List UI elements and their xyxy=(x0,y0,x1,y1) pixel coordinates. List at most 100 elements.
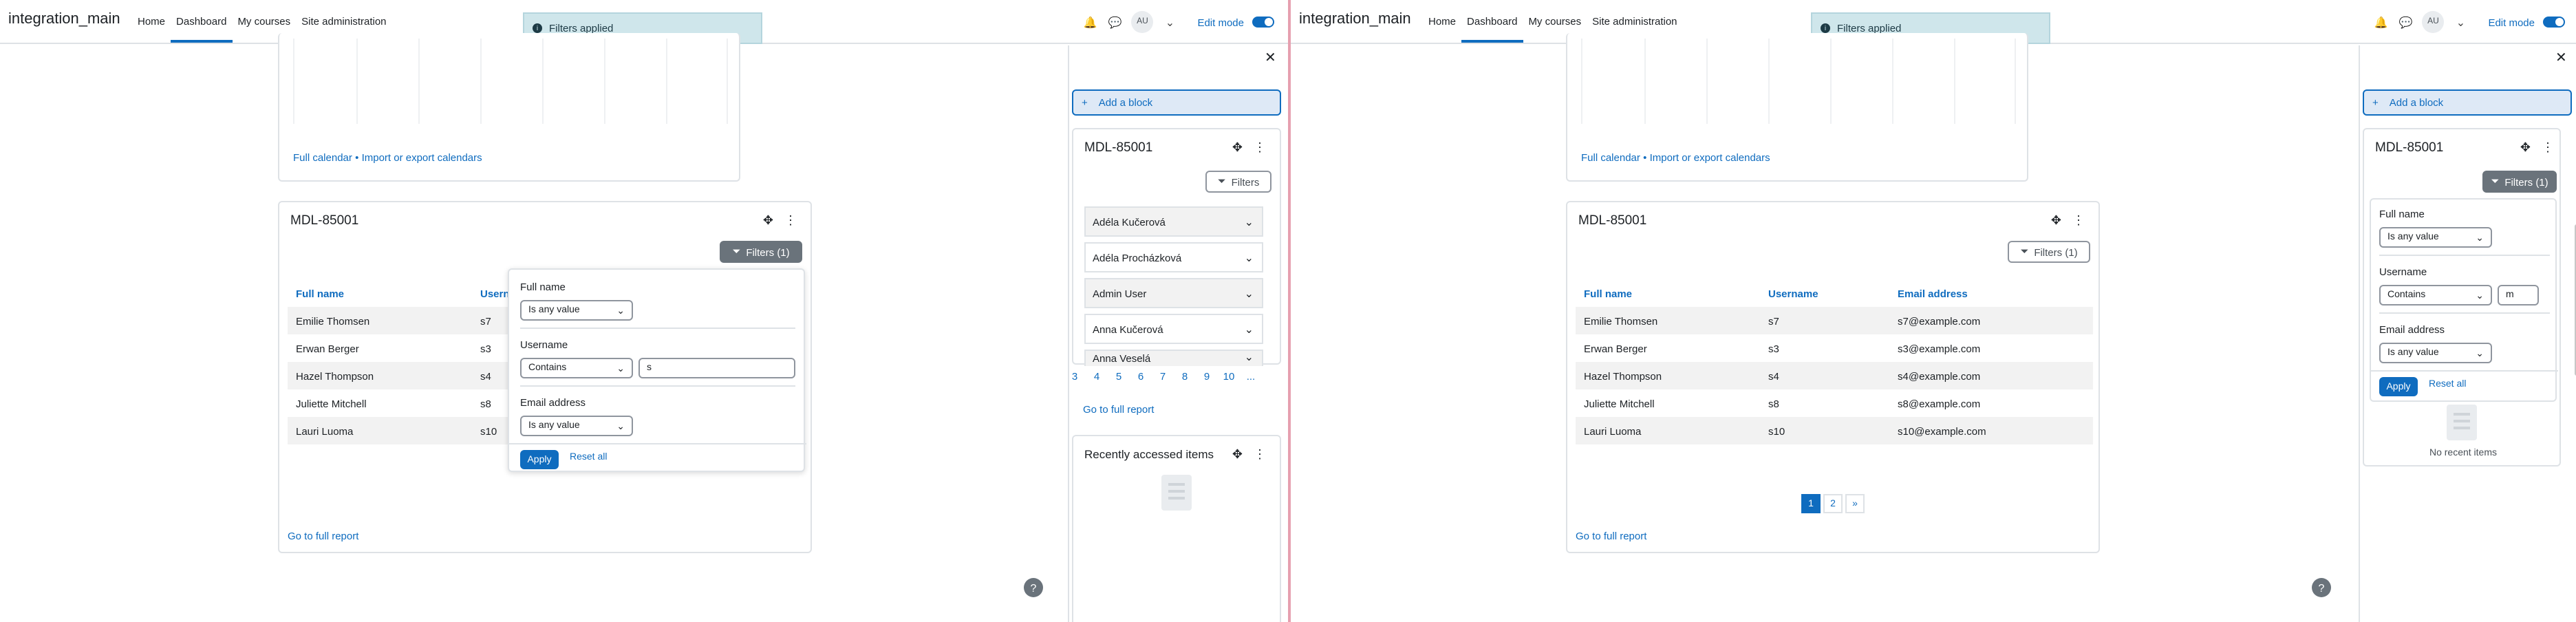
nav-dashboard[interactable]: Dashboard xyxy=(1461,0,1523,43)
add-block-label: Add a block xyxy=(2389,96,2444,109)
page-2-button[interactable]: 2 xyxy=(1823,494,1843,513)
filter-fullname-operator[interactable]: Is any value ⌄ xyxy=(2379,227,2492,248)
page-link[interactable]: 3 xyxy=(1064,370,1086,383)
cell-username: s7 xyxy=(1768,315,1779,328)
move-icon[interactable]: ✥ xyxy=(1232,447,1243,462)
filter-username-value[interactable]: s xyxy=(638,358,795,378)
block-menu-icon[interactable]: ⋮ xyxy=(1254,447,1266,462)
close-icon[interactable]: ✕ xyxy=(1265,51,1276,66)
filters-button[interactable]: ⏷ Filters (1) xyxy=(720,241,802,263)
cell-username: s10 xyxy=(1768,425,1785,438)
bell-icon[interactable]: 🔔 xyxy=(1082,14,1098,30)
nav-home[interactable]: Home xyxy=(132,0,171,44)
col-fullname[interactable]: Full name xyxy=(296,288,344,300)
full-calendar-link[interactable]: Full calendar xyxy=(1581,151,1640,164)
page-link[interactable]: 8 xyxy=(1174,370,1196,383)
col-username[interactable]: Usern xyxy=(480,288,510,300)
avatar[interactable]: AU xyxy=(1131,11,1154,33)
col-username[interactable]: Username xyxy=(1768,288,1818,300)
filter-username-operator[interactable]: Contains ⌄ xyxy=(520,358,633,378)
chevron-down-icon[interactable]: ⌄ xyxy=(1161,14,1178,30)
import-export-calendars-link[interactable]: Import or export calendars xyxy=(1650,151,1770,164)
block-title: MDL-85001 xyxy=(1578,213,1647,228)
site-name[interactable]: integration_main xyxy=(8,11,120,28)
report-table: Full name Username Email address Emilie … xyxy=(1576,279,2093,458)
add-block-button[interactable]: + Add a block xyxy=(1072,89,1281,116)
filters-button[interactable]: ⏷ Filters xyxy=(1205,171,1271,193)
filter-email-operator[interactable]: Is any value ⌄ xyxy=(520,416,633,436)
nav-dashboard[interactable]: Dashboard xyxy=(171,0,233,43)
page-link[interactable]: 5 xyxy=(1108,370,1130,383)
filter-username-operator[interactable]: Contains ⌄ xyxy=(2379,285,2492,305)
go-to-full-report-link[interactable]: Go to full report xyxy=(1576,530,1646,542)
filters-button[interactable]: ⏷ Filters (1) xyxy=(2482,171,2557,193)
chevron-down-icon: ⌄ xyxy=(616,307,625,317)
table-row: Lauri Luoma s10 xyxy=(288,417,508,444)
add-block-button[interactable]: + Add a block xyxy=(2363,89,2572,116)
card-item[interactable]: Anna Kučerová ⌄ xyxy=(1084,314,1263,344)
bell-icon[interactable]: 🔔 xyxy=(2372,14,2389,30)
chevron-down-icon[interactable]: ⌄ xyxy=(1245,216,1254,228)
block-menu-icon[interactable]: ⋮ xyxy=(2542,140,2554,156)
chevron-down-icon[interactable]: ⌄ xyxy=(2452,14,2469,30)
reset-all-link[interactable]: Reset all xyxy=(2429,380,2466,389)
messages-icon[interactable]: 💬 xyxy=(2397,14,2414,30)
edit-mode-toggle[interactable] xyxy=(2543,17,2565,28)
site-name[interactable]: integration_main xyxy=(1299,11,1411,28)
page-link[interactable]: 9 xyxy=(1196,370,1218,383)
apply-button[interactable]: Apply xyxy=(2379,377,2418,396)
cell-email: s8@example.com xyxy=(1898,398,1981,410)
move-icon[interactable]: ✥ xyxy=(763,213,773,228)
chevron-down-icon: ⌄ xyxy=(2476,350,2484,359)
block-menu-icon[interactable]: ⋮ xyxy=(784,213,797,228)
reset-all-link[interactable]: Reset all xyxy=(570,453,607,462)
card-item[interactable]: Adéla Procházková ⌄ xyxy=(1084,242,1263,272)
chevron-down-icon[interactable]: ⌄ xyxy=(1245,351,1254,363)
move-icon[interactable]: ✥ xyxy=(1232,140,1243,156)
messages-icon[interactable]: 💬 xyxy=(1106,14,1123,30)
page-link[interactable]: 6 xyxy=(1130,370,1152,383)
move-icon[interactable]: ✥ xyxy=(2520,140,2531,156)
page-link[interactable]: ... xyxy=(1240,370,1262,383)
card-item[interactable]: Anna Veselá ⌄ xyxy=(1084,350,1263,366)
info-icon: i xyxy=(533,23,542,33)
cell-username: s3 xyxy=(1768,343,1779,355)
col-fullname[interactable]: Full name xyxy=(1584,288,1632,300)
select-value: Is any value xyxy=(528,421,580,431)
block-menu-icon[interactable]: ⋮ xyxy=(1254,140,1266,156)
full-calendar-link[interactable]: Full calendar xyxy=(293,151,352,164)
page-link[interactable]: 10 xyxy=(1218,370,1240,383)
empty-list-icon xyxy=(1161,475,1192,511)
page-link[interactable]: 4 xyxy=(1086,370,1108,383)
card-item[interactable]: Adéla Kučerová ⌄ xyxy=(1084,206,1263,237)
move-icon[interactable]: ✥ xyxy=(2051,213,2061,228)
chevron-down-icon[interactable]: ⌄ xyxy=(1245,252,1254,264)
filters-button[interactable]: ⏷ Filters (1) xyxy=(2008,241,2090,263)
block-menu-icon[interactable]: ⋮ xyxy=(2072,213,2085,228)
select-value: Contains xyxy=(528,363,567,373)
apply-button[interactable]: Apply xyxy=(520,450,559,469)
filter-username-value[interactable]: m xyxy=(2498,285,2539,305)
chevron-down-icon[interactable]: ⌄ xyxy=(1245,288,1254,300)
filter-fullname-operator[interactable]: Is any value ⌄ xyxy=(520,300,633,321)
cell-username: s3 xyxy=(480,343,491,355)
col-email[interactable]: Email address xyxy=(1898,288,1968,300)
close-icon[interactable]: ✕ xyxy=(2555,51,2567,66)
filters-button-label: Filters (1) xyxy=(746,246,790,258)
nav-home[interactable]: Home xyxy=(1423,0,1461,44)
page-1-button[interactable]: 1 xyxy=(1801,494,1821,513)
filter-email-operator[interactable]: Is any value ⌄ xyxy=(2379,343,2492,363)
edit-mode-toggle[interactable] xyxy=(1252,17,1274,28)
next-page-button[interactable]: » xyxy=(1845,494,1865,513)
cell-username: s8 xyxy=(1768,398,1779,410)
import-export-calendars-link[interactable]: Import or export calendars xyxy=(362,151,482,164)
help-button[interactable]: ? xyxy=(2312,578,2331,597)
page-link[interactable]: 7 xyxy=(1152,370,1174,383)
separator: • xyxy=(355,151,359,164)
help-button[interactable]: ? xyxy=(1024,578,1043,597)
card-item[interactable]: Admin User ⌄ xyxy=(1084,278,1263,308)
go-to-full-report-link[interactable]: Go to full report xyxy=(288,530,358,542)
drawer-go-to-full-report-link[interactable]: Go to full report xyxy=(1083,403,1154,416)
chevron-down-icon[interactable]: ⌄ xyxy=(1245,323,1254,336)
avatar[interactable]: AU xyxy=(2422,11,2445,33)
